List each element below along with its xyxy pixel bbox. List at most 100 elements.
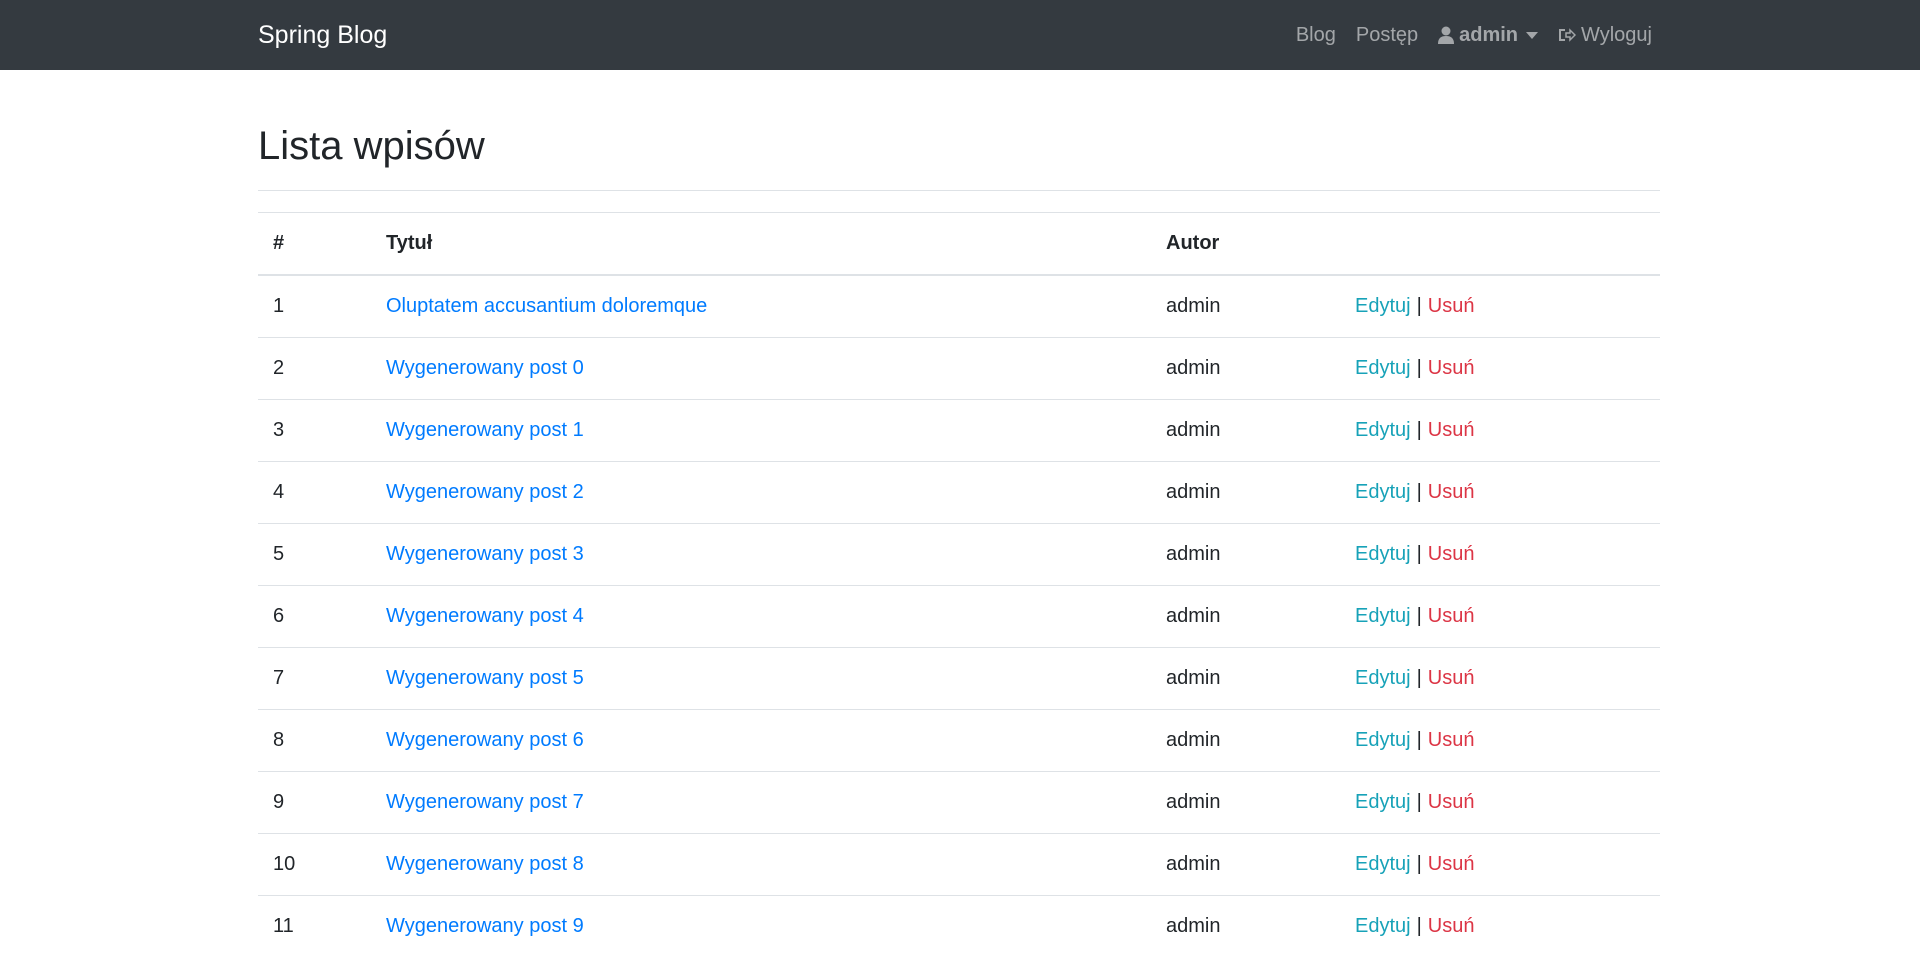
post-title-link[interactable]: Wygenerowany post 2 <box>386 481 584 503</box>
user-dropdown-toggle[interactable]: admin <box>1438 24 1538 47</box>
row-author: admin <box>1151 586 1340 648</box>
row-number: 10 <box>258 834 371 896</box>
row-title-cell: Oluptatem accusantium doloremque <box>371 275 1151 338</box>
post-title-link[interactable]: Wygenerowany post 8 <box>386 853 584 875</box>
row-title-cell: Wygenerowany post 9 <box>371 896 1151 957</box>
user-name: admin <box>1459 24 1518 47</box>
delete-link[interactable]: Usuń <box>1428 295 1475 317</box>
row-actions: Edytuj | Usuń <box>1340 462 1660 524</box>
edit-link[interactable]: Edytuj <box>1355 543 1411 565</box>
row-author: admin <box>1151 772 1340 834</box>
row-title-cell: Wygenerowany post 5 <box>371 648 1151 710</box>
row-author: admin <box>1151 338 1340 400</box>
row-number: 6 <box>258 586 371 648</box>
row-number: 1 <box>258 275 371 338</box>
row-author: admin <box>1151 896 1340 957</box>
brand-link[interactable]: Spring Blog <box>258 0 387 70</box>
row-author: admin <box>1151 400 1340 462</box>
edit-link[interactable]: Edytuj <box>1355 729 1411 751</box>
action-separator: | <box>1417 357 1422 379</box>
row-actions: Edytuj | Usuń <box>1340 896 1660 957</box>
row-actions: Edytuj | Usuń <box>1340 834 1660 896</box>
delete-link[interactable]: Usuń <box>1428 419 1475 441</box>
row-number: 3 <box>258 400 371 462</box>
row-number: 8 <box>258 710 371 772</box>
action-separator: | <box>1417 853 1422 875</box>
nav-links: Blog Postęp admin Wyloguj <box>1276 0 1652 70</box>
action-separator: | <box>1417 481 1422 503</box>
row-title-cell: Wygenerowany post 0 <box>371 338 1151 400</box>
post-title-link[interactable]: Wygenerowany post 0 <box>386 357 584 379</box>
table-header-row: # Tytuł Autor <box>258 213 1660 276</box>
table-row: 1Oluptatem accusantium doloremqueadminEd… <box>258 275 1660 338</box>
row-author: admin <box>1151 710 1340 772</box>
row-author: admin <box>1151 834 1340 896</box>
row-actions: Edytuj | Usuń <box>1340 524 1660 586</box>
nav-link-blog[interactable]: Blog <box>1296 24 1336 47</box>
row-actions: Edytuj | Usuń <box>1340 338 1660 400</box>
row-author: admin <box>1151 524 1340 586</box>
table-header: # Tytuł Autor <box>258 213 1660 276</box>
page-title: Lista wpisów <box>258 122 485 170</box>
delete-link[interactable]: Usuń <box>1428 605 1475 627</box>
post-title-link[interactable]: Wygenerowany post 1 <box>386 419 584 441</box>
row-actions: Edytuj|Usuń <box>1340 710 1660 772</box>
edit-link[interactable]: Edytuj <box>1355 667 1411 689</box>
edit-link[interactable]: Edytuj <box>1355 295 1411 317</box>
sign-out-icon <box>1558 27 1576 43</box>
row-title-cell: Wygenerowany post 1 <box>371 400 1151 462</box>
row-actions: Edytuj | Usuń <box>1340 275 1660 338</box>
edit-link[interactable]: Edytuj <box>1355 853 1411 875</box>
post-title-link[interactable]: Wygenerowany post 7 <box>386 791 584 813</box>
row-title-cell: Wygenerowany post 8 <box>371 834 1151 896</box>
title-divider <box>258 190 1660 191</box>
edit-link[interactable]: Edytuj <box>1355 481 1411 503</box>
caret-down-icon <box>1526 32 1538 39</box>
action-separator: | <box>1417 543 1422 565</box>
action-separator: | <box>1417 295 1422 317</box>
row-actions: Edytuj|Usuń <box>1340 772 1660 834</box>
edit-link[interactable]: Edytuj <box>1355 915 1411 937</box>
delete-link[interactable]: Usuń <box>1428 481 1475 503</box>
post-title-link[interactable]: Wygenerowany post 5 <box>386 667 584 689</box>
row-title-cell: Wygenerowany post 6 <box>371 710 1151 772</box>
user-icon <box>1438 26 1454 44</box>
post-title-link[interactable]: Wygenerowany post 3 <box>386 543 584 565</box>
post-title-link[interactable]: Oluptatem accusantium doloremque <box>386 295 707 317</box>
top-navbar: Spring Blog Blog Postęp admin Wyloguj <box>0 0 1920 70</box>
delete-link[interactable]: Usuń <box>1428 667 1475 689</box>
row-number: 7 <box>258 648 371 710</box>
delete-link[interactable]: Usuń <box>1428 853 1475 875</box>
header-title: Tytuł <box>371 213 1151 276</box>
row-number: 2 <box>258 338 371 400</box>
table-row: 3 Wygenerowany post 1 adminEdytuj|Usuń <box>258 400 1660 462</box>
edit-link[interactable]: Edytuj <box>1355 357 1411 379</box>
row-actions: Edytuj|Usuń <box>1340 400 1660 462</box>
delete-link[interactable]: Usuń <box>1428 729 1475 751</box>
table-row: 11 Wygenerowany post 9 admin Edytuj | Usuń <box>258 896 1660 957</box>
row-author: admin <box>1151 462 1340 524</box>
table-row: 6Wygenerowany post 4adminEdytuj|Usuń <box>258 586 1660 648</box>
edit-link[interactable]: Edytuj <box>1355 791 1411 813</box>
row-title-cell: Wygenerowany post 3 <box>371 524 1151 586</box>
table-row: 2 Wygenerowany post 0 admin Edytuj | Usuń <box>258 338 1660 400</box>
edit-link[interactable]: Edytuj <box>1355 605 1411 627</box>
table-body: 1 Oluptatem accusantium doloremque admin Ed… <box>258 275 1660 957</box>
delete-link[interactable]: Usuń <box>1428 357 1475 379</box>
nav-link-progress[interactable]: Postęp <box>1356 24 1418 47</box>
post-title-link[interactable]: Wygenerowany post 9 <box>386 915 584 937</box>
row-title-cell: Wygenerowany post 7 <box>371 772 1151 834</box>
table-row: 4Wygenerowany post 2adminEdytuj|Usuń <box>258 462 1660 524</box>
header-num: # <box>258 213 371 276</box>
delete-link[interactable]: Usuń <box>1428 543 1475 565</box>
post-title-link[interactable]: Wygenerowany post 4 <box>386 605 584 627</box>
nav-link-logout[interactable]: Wyloguj <box>1558 24 1652 47</box>
action-separator: | <box>1417 915 1422 937</box>
delete-link[interactable]: Usuń <box>1428 791 1475 813</box>
table-row: 8 Wygenerowany post 6 adminEdytuj|Usuń <box>258 710 1660 772</box>
action-separator: | <box>1417 667 1422 689</box>
edit-link[interactable]: Edytuj <box>1355 419 1411 441</box>
row-number: 11 <box>258 896 371 957</box>
post-title-link[interactable]: Wygenerowany post 6 <box>386 729 584 751</box>
delete-link[interactable]: Usuń <box>1428 915 1475 937</box>
